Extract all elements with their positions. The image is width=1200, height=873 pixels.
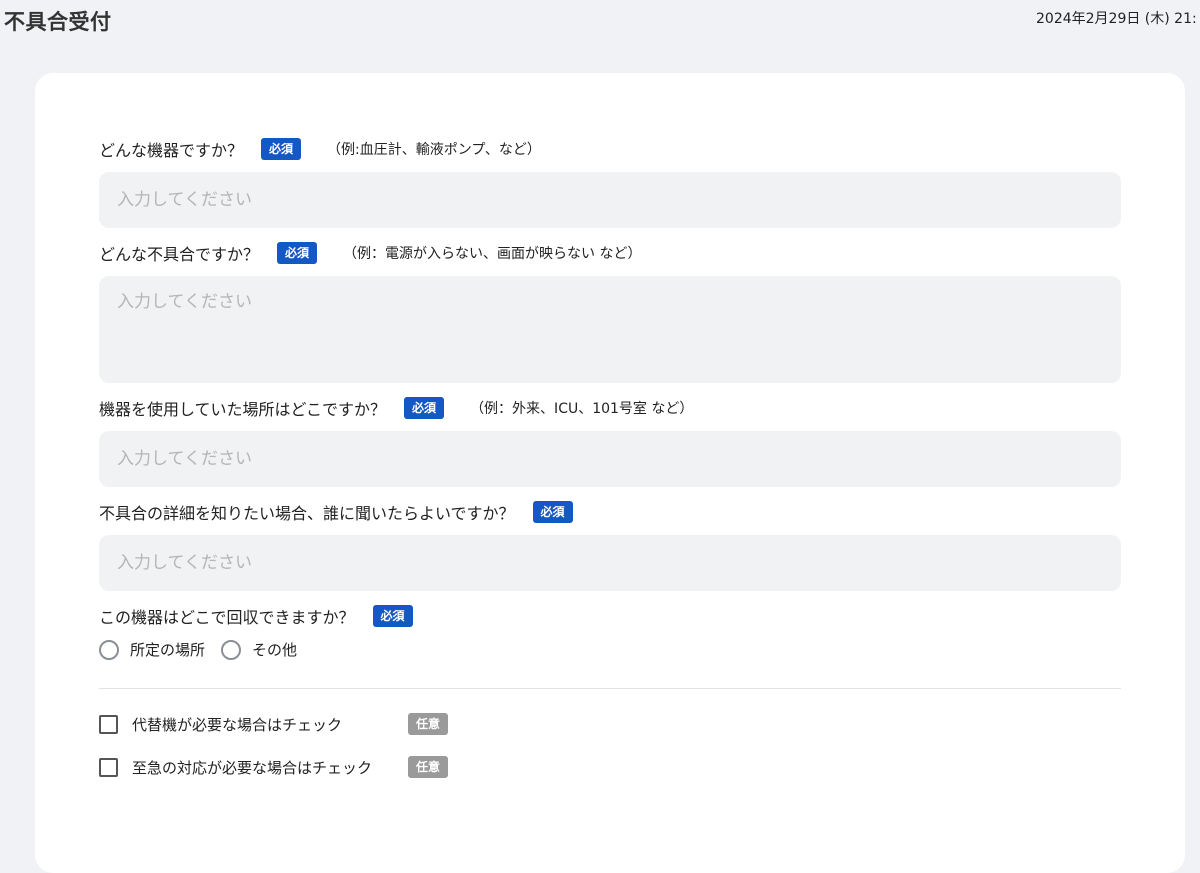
location-input[interactable] [99, 431, 1121, 487]
contact-label: 不具合の詳細を知りたい場合、誰に聞いたらよいですか？ [99, 504, 515, 523]
pickup-option-designated[interactable]: 所定の場所 [99, 639, 205, 660]
required-badge: 必須 [277, 241, 318, 265]
urgent-check-label: 至急の対応が必要な場合はチェック [132, 758, 373, 777]
device-label: どんな機器ですか？ [99, 141, 244, 160]
replacement-checkbox[interactable] [99, 714, 118, 734]
required-badge: 必須 [372, 604, 413, 628]
pickup-label: この機器はどこで回収できますか？ [99, 608, 355, 627]
radio-button[interactable] [99, 639, 119, 660]
divider [99, 688, 1121, 689]
radio-label: その他 [252, 641, 298, 659]
pickup-option-other[interactable]: その他 [221, 639, 297, 660]
required-badge: 必須 [261, 137, 302, 161]
location-field: 機器を使用していた場所はどこですか？ 必須 （例：外来、ICU、101号室 など… [99, 395, 1121, 487]
optional-badge: 任意 [408, 713, 449, 736]
issue-label: どんな不具合ですか？ [99, 245, 260, 264]
radio-label: 所定の場所 [130, 641, 206, 659]
current-datetime: 2024年2月29日 (木) 21: [1036, 11, 1197, 27]
location-hint: （例：外来、ICU、101号室 など） [470, 401, 694, 417]
issue-textarea[interactable] [99, 276, 1121, 383]
device-hint: （例:血圧計、輸液ポンプ、など） [327, 142, 541, 158]
radio-button[interactable] [221, 639, 242, 660]
optional-badge: 任意 [408, 756, 449, 779]
replacement-check-row[interactable]: 代替機が必要な場合はチェック 任意 [99, 713, 449, 736]
required-badge: 必須 [532, 500, 573, 524]
required-badge: 必須 [404, 396, 445, 420]
device-field: どんな機器ですか？ 必須 （例:血圧計、輸液ポンプ、など） [99, 136, 1121, 228]
issue-hint: （例：電源が入らない、画面が映らない など） [343, 246, 642, 262]
contact-field: 不具合の詳細を知りたい場合、誰に聞いたらよいですか？ 必須 [99, 499, 1121, 591]
urgent-checkbox[interactable] [99, 757, 118, 777]
contact-input[interactable] [99, 535, 1121, 591]
page-title: 不具合受付 [4, 10, 112, 34]
form-card: どんな機器ですか？ 必須 （例:血圧計、輸液ポンプ、など） どんな不具合ですか？… [35, 73, 1185, 873]
replacement-check-label: 代替機が必要な場合はチェック [132, 715, 343, 734]
pickup-field: この機器はどこで回収できますか？ 必須 所定の場所 その他 [99, 603, 1121, 660]
device-input[interactable] [99, 172, 1121, 228]
urgent-check-row[interactable]: 至急の対応が必要な場合はチェック 任意 [99, 756, 449, 779]
issue-field: どんな不具合ですか？ 必須 （例：電源が入らない、画面が映らない など） [99, 240, 1121, 383]
location-label: 機器を使用していた場所はどこですか？ [99, 400, 387, 419]
pickup-radio-group: 所定の場所 その他 [99, 639, 1121, 660]
